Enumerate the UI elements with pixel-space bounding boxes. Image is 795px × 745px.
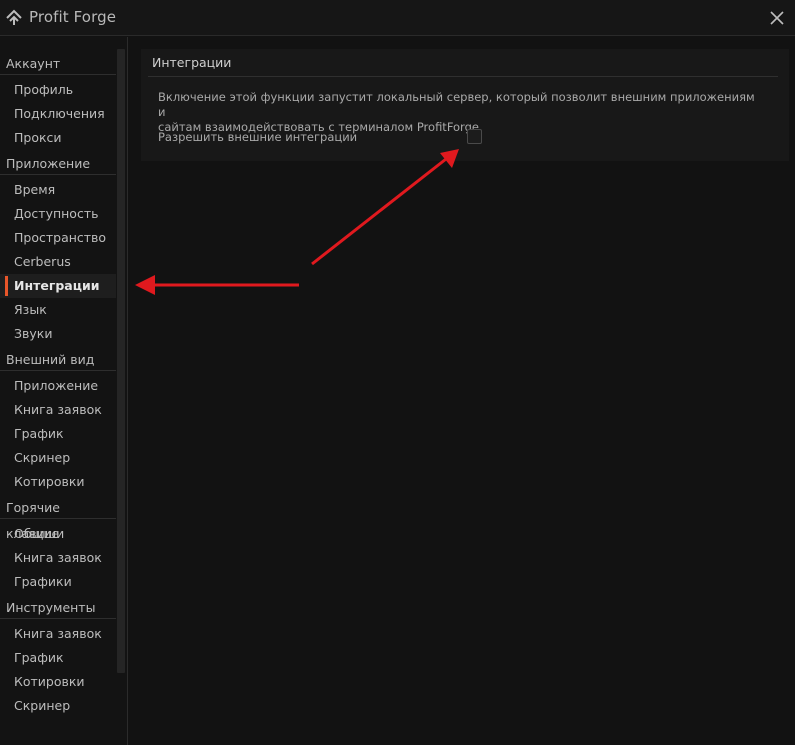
sidebar-item-time[interactable]: Время	[0, 178, 116, 202]
sidebar-item-accessibility[interactable]: Доступность	[0, 202, 116, 226]
app-title: Profit Forge	[29, 8, 117, 26]
section-header-account: Аккаунт	[0, 51, 116, 75]
sidebar-item-tools-screener[interactable]: Скринер	[0, 694, 116, 718]
sidebar-item-cerberus[interactable]: Cerberus	[0, 250, 116, 274]
section-header-hotkeys: Горячие клавиши	[0, 495, 116, 541]
allow-integrations-checkbox[interactable]	[467, 129, 482, 144]
integrations-description: Включение этой функции запустит локальны…	[158, 90, 758, 135]
sidebar-item-hotkeys-charts[interactable]: Графики	[0, 570, 116, 594]
sidebar-item-appearance-chart[interactable]: График	[0, 422, 116, 446]
description-line-1: Включение этой функции запустит локальны…	[158, 90, 755, 119]
sidebar-item-hotkeys-general[interactable]: Общие	[0, 522, 116, 546]
sidebar-item-profile[interactable]: Профиль	[0, 78, 116, 102]
profit-forge-logo-icon	[6, 9, 22, 25]
sidebar-item-integrations[interactable]: Интеграции	[0, 274, 116, 298]
arrow-to-checkbox	[311, 149, 459, 266]
sidebar-item-sounds[interactable]: Звуки	[0, 322, 116, 346]
sidebar-item-appearance-application[interactable]: Приложение	[0, 374, 116, 398]
sidebar-item-tools-chart[interactable]: График	[0, 646, 116, 670]
sidebar-item-proxy[interactable]: Прокси	[0, 126, 116, 150]
close-icon[interactable]	[767, 8, 787, 28]
sidebar-scrollbar[interactable]	[117, 49, 125, 673]
settings-window: Profit Forge Аккаунт Профиль Подключения…	[0, 0, 795, 745]
integrations-panel: Интеграции Включение этой функции запуст…	[141, 49, 789, 161]
section-header-appearance: Внешний вид	[0, 347, 116, 371]
sidebar-item-tools-quotes[interactable]: Котировки	[0, 670, 116, 694]
arrow-to-sidebar-item	[135, 275, 299, 295]
sidebar-item-appearance-screener[interactable]: Скринер	[0, 446, 116, 470]
sidebar-item-appearance-quotes[interactable]: Котировки	[0, 470, 116, 494]
section-header-application: Приложение	[0, 151, 116, 175]
panel-divider	[148, 76, 778, 77]
sidebar-item-language[interactable]: Язык	[0, 298, 116, 322]
sidebar-item-workspace[interactable]: Пространство	[0, 226, 116, 250]
title-bar: Profit Forge	[0, 0, 795, 36]
allow-integrations-label: Разрешить внешние интеграции	[158, 130, 358, 144]
sidebar-item-appearance-orderbook[interactable]: Книга заявок	[0, 398, 116, 422]
sidebar-item-tools-orderbook[interactable]: Книга заявок	[0, 622, 116, 646]
sidebar-item-hotkeys-orderbook[interactable]: Книга заявок	[0, 546, 116, 570]
sidebar-item-connections[interactable]: Подключения	[0, 102, 116, 126]
settings-sidebar: Аккаунт Профиль Подключения Прокси Прило…	[0, 37, 128, 745]
panel-title: Интеграции	[152, 55, 232, 70]
section-header-tools: Инструменты	[0, 595, 116, 619]
